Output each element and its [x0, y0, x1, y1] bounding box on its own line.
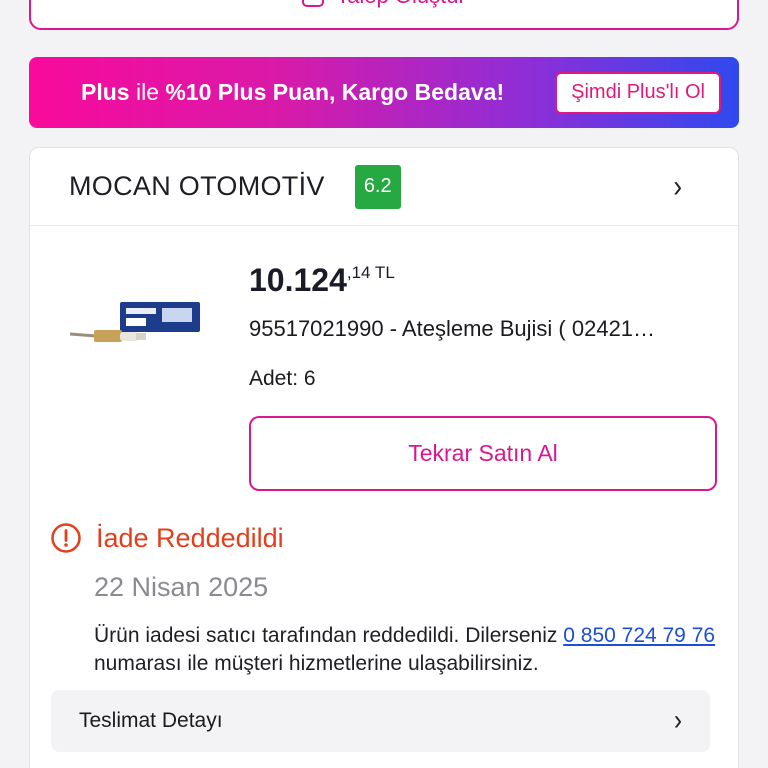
- customer-service-phone-link[interactable]: 0 850 724 79 76: [563, 624, 715, 647]
- delivery-detail-label: Teslimat Detayı: [79, 709, 223, 732]
- seller-rating-badge: 6.2: [354, 164, 401, 209]
- plus-banner-message: Plus ile %10 Plus Puan, Kargo Bedava!: [81, 79, 505, 105]
- create-request-button[interactable]: Talep Oluştur: [29, 0, 739, 30]
- return-status-title: İade Reddedildi: [96, 522, 284, 553]
- spark-plug-image: [69, 302, 200, 342]
- request-icon: [302, 0, 325, 7]
- delivery-detail-row[interactable]: Teslimat Detayı ›: [51, 690, 710, 752]
- return-status-description: Ürün iadesi satıcı tarafından reddedildi…: [94, 624, 716, 675]
- alert-circle-icon: [51, 523, 81, 553]
- product-name[interactable]: 95517021990 - Ateşleme Bujisi ( 02421…: [249, 316, 655, 342]
- return-status-date: 22 Nisan 2025: [94, 572, 269, 602]
- create-request-label: Talep Oluştur: [336, 0, 466, 9]
- chevron-right-icon: ›: [674, 704, 682, 737]
- chevron-right-icon: ›: [673, 167, 682, 204]
- plus-banner: Plus ile %10 Plus Puan, Kargo Bedava! Şi…: [29, 57, 739, 128]
- seller-header[interactable]: MOCAN OTOMOTİV 6.2 ›: [30, 148, 738, 226]
- product-quantity: Adet: 6: [249, 367, 316, 390]
- product-price: 10.124,14 TL: [249, 262, 395, 298]
- become-plus-button[interactable]: Şimdi Plus'lı Ol: [555, 71, 721, 114]
- return-status: İade Reddedildi: [50, 522, 284, 554]
- price-fraction: ,14 TL: [346, 263, 395, 282]
- seller-name: MOCAN OTOMOTİV: [69, 171, 325, 201]
- rebuy-button[interactable]: Tekrar Satın Al: [249, 416, 717, 491]
